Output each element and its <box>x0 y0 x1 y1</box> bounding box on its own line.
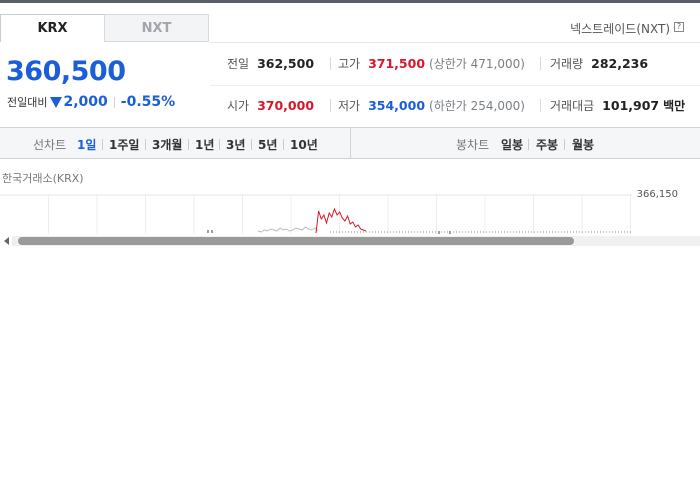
candle-weekly[interactable]: 주봉 <box>536 136 558 153</box>
scrollbar-thumb[interactable] <box>18 237 574 245</box>
stat-amount: 거래대금 101,907 백만 <box>550 95 685 115</box>
chart-series-line <box>315 207 367 234</box>
period-1w[interactable]: 1주일 <box>109 136 139 153</box>
stat-label: 전일 <box>227 56 250 71</box>
change-value: 2,000 <box>63 94 108 110</box>
top-border <box>0 0 700 3</box>
stat-grid: 전일 362,500 고가 371,500 (상한가 471,000) 거래량 … <box>210 42 700 127</box>
chart-tick-mark <box>449 231 451 234</box>
candle-daily[interactable]: 일봉 <box>501 136 523 153</box>
nxt-info-link[interactable]: 넥스트레이드(NXT) <box>570 20 670 37</box>
line-chart-label: 선차트 <box>33 138 67 152</box>
period-separator <box>219 139 220 150</box>
period-10y[interactable]: 10년 <box>290 136 318 153</box>
stat-separator <box>540 99 541 112</box>
period-1d[interactable]: 1일 <box>77 136 96 153</box>
change-percent: -0.55% <box>120 94 176 110</box>
lower-limit: (하한가 254,000) <box>429 98 525 113</box>
stat-label: 시가 <box>227 98 250 113</box>
period-separator <box>283 139 284 150</box>
change-label: 전일대비 <box>7 96 48 109</box>
change-divider <box>113 96 115 108</box>
down-arrow-icon <box>50 97 63 108</box>
stat-unit: 백만 <box>663 98 686 113</box>
stat-value: 362,500 <box>257 55 315 71</box>
period-3m[interactable]: 3개월 <box>152 136 182 153</box>
stat-volume: 거래량 282,236 <box>550 53 648 73</box>
stat-low: 저가 354,000 (하한가 254,000) <box>338 95 525 115</box>
period-separator <box>102 139 103 150</box>
stat-value: 371,500 <box>368 55 426 71</box>
stat-value: 354,000 <box>368 97 426 113</box>
stat-high: 고가 371,500 (상한가 471,000) <box>338 53 525 73</box>
help-icon[interactable]: ? <box>674 22 684 32</box>
stat-label: 거래대금 <box>550 98 595 113</box>
period-separator <box>188 139 189 150</box>
chart-tick-mark <box>211 230 213 233</box>
chart-toolbar: 선차트 1일 1주일 3개월 1년 3년 5년 10년 봉차트 일봉 주봉 월봉 <box>0 127 700 159</box>
stat-separator <box>330 99 331 112</box>
stat-value: 282,236 <box>591 55 649 71</box>
upper-limit: (상한가 471,000) <box>429 56 525 71</box>
market-tabs: KRX NXT <box>0 14 210 42</box>
scroll-left-arrow-icon[interactable] <box>4 237 9 245</box>
period-3y[interactable]: 3년 <box>226 136 245 153</box>
chart-series-line <box>257 226 319 233</box>
intraday-chart <box>0 194 632 234</box>
chart-series <box>207 207 451 234</box>
period-separator <box>145 139 146 150</box>
stat-open: 시가 370,000 <box>227 95 314 115</box>
period-separator <box>251 139 252 150</box>
stat-label: 저가 <box>338 98 361 113</box>
chart-tick-mark <box>207 230 209 233</box>
stat-separator <box>540 57 541 70</box>
stat-value: 101,907 <box>602 97 660 113</box>
period-1y[interactable]: 1년 <box>195 136 214 153</box>
candle-monthly[interactable]: 월봉 <box>572 136 594 153</box>
toolbar-divider <box>350 128 351 158</box>
price-change: 전일대비 2,000 -0.55% <box>7 93 175 111</box>
chart-grid <box>48 195 631 234</box>
candle-separator <box>564 139 565 150</box>
tab-nxt[interactable]: NXT <box>104 14 209 42</box>
candle-chart-label: 봉차트 <box>456 138 490 152</box>
tab-krx[interactable]: KRX <box>0 14 105 42</box>
stat-label: 고가 <box>338 56 361 71</box>
current-price: 360,500 <box>6 56 126 87</box>
stat-prev-close: 전일 362,500 <box>227 53 314 73</box>
candle-separator <box>528 139 529 150</box>
chart-source: 한국거래소(KRX) <box>2 172 84 185</box>
period-5y[interactable]: 5년 <box>258 136 277 153</box>
stat-separator <box>330 57 331 70</box>
chart-tick-mark <box>438 231 440 234</box>
stat-value: 370,000 <box>257 97 315 113</box>
stat-label: 거래량 <box>550 56 584 71</box>
stat-row-divider <box>210 85 700 86</box>
